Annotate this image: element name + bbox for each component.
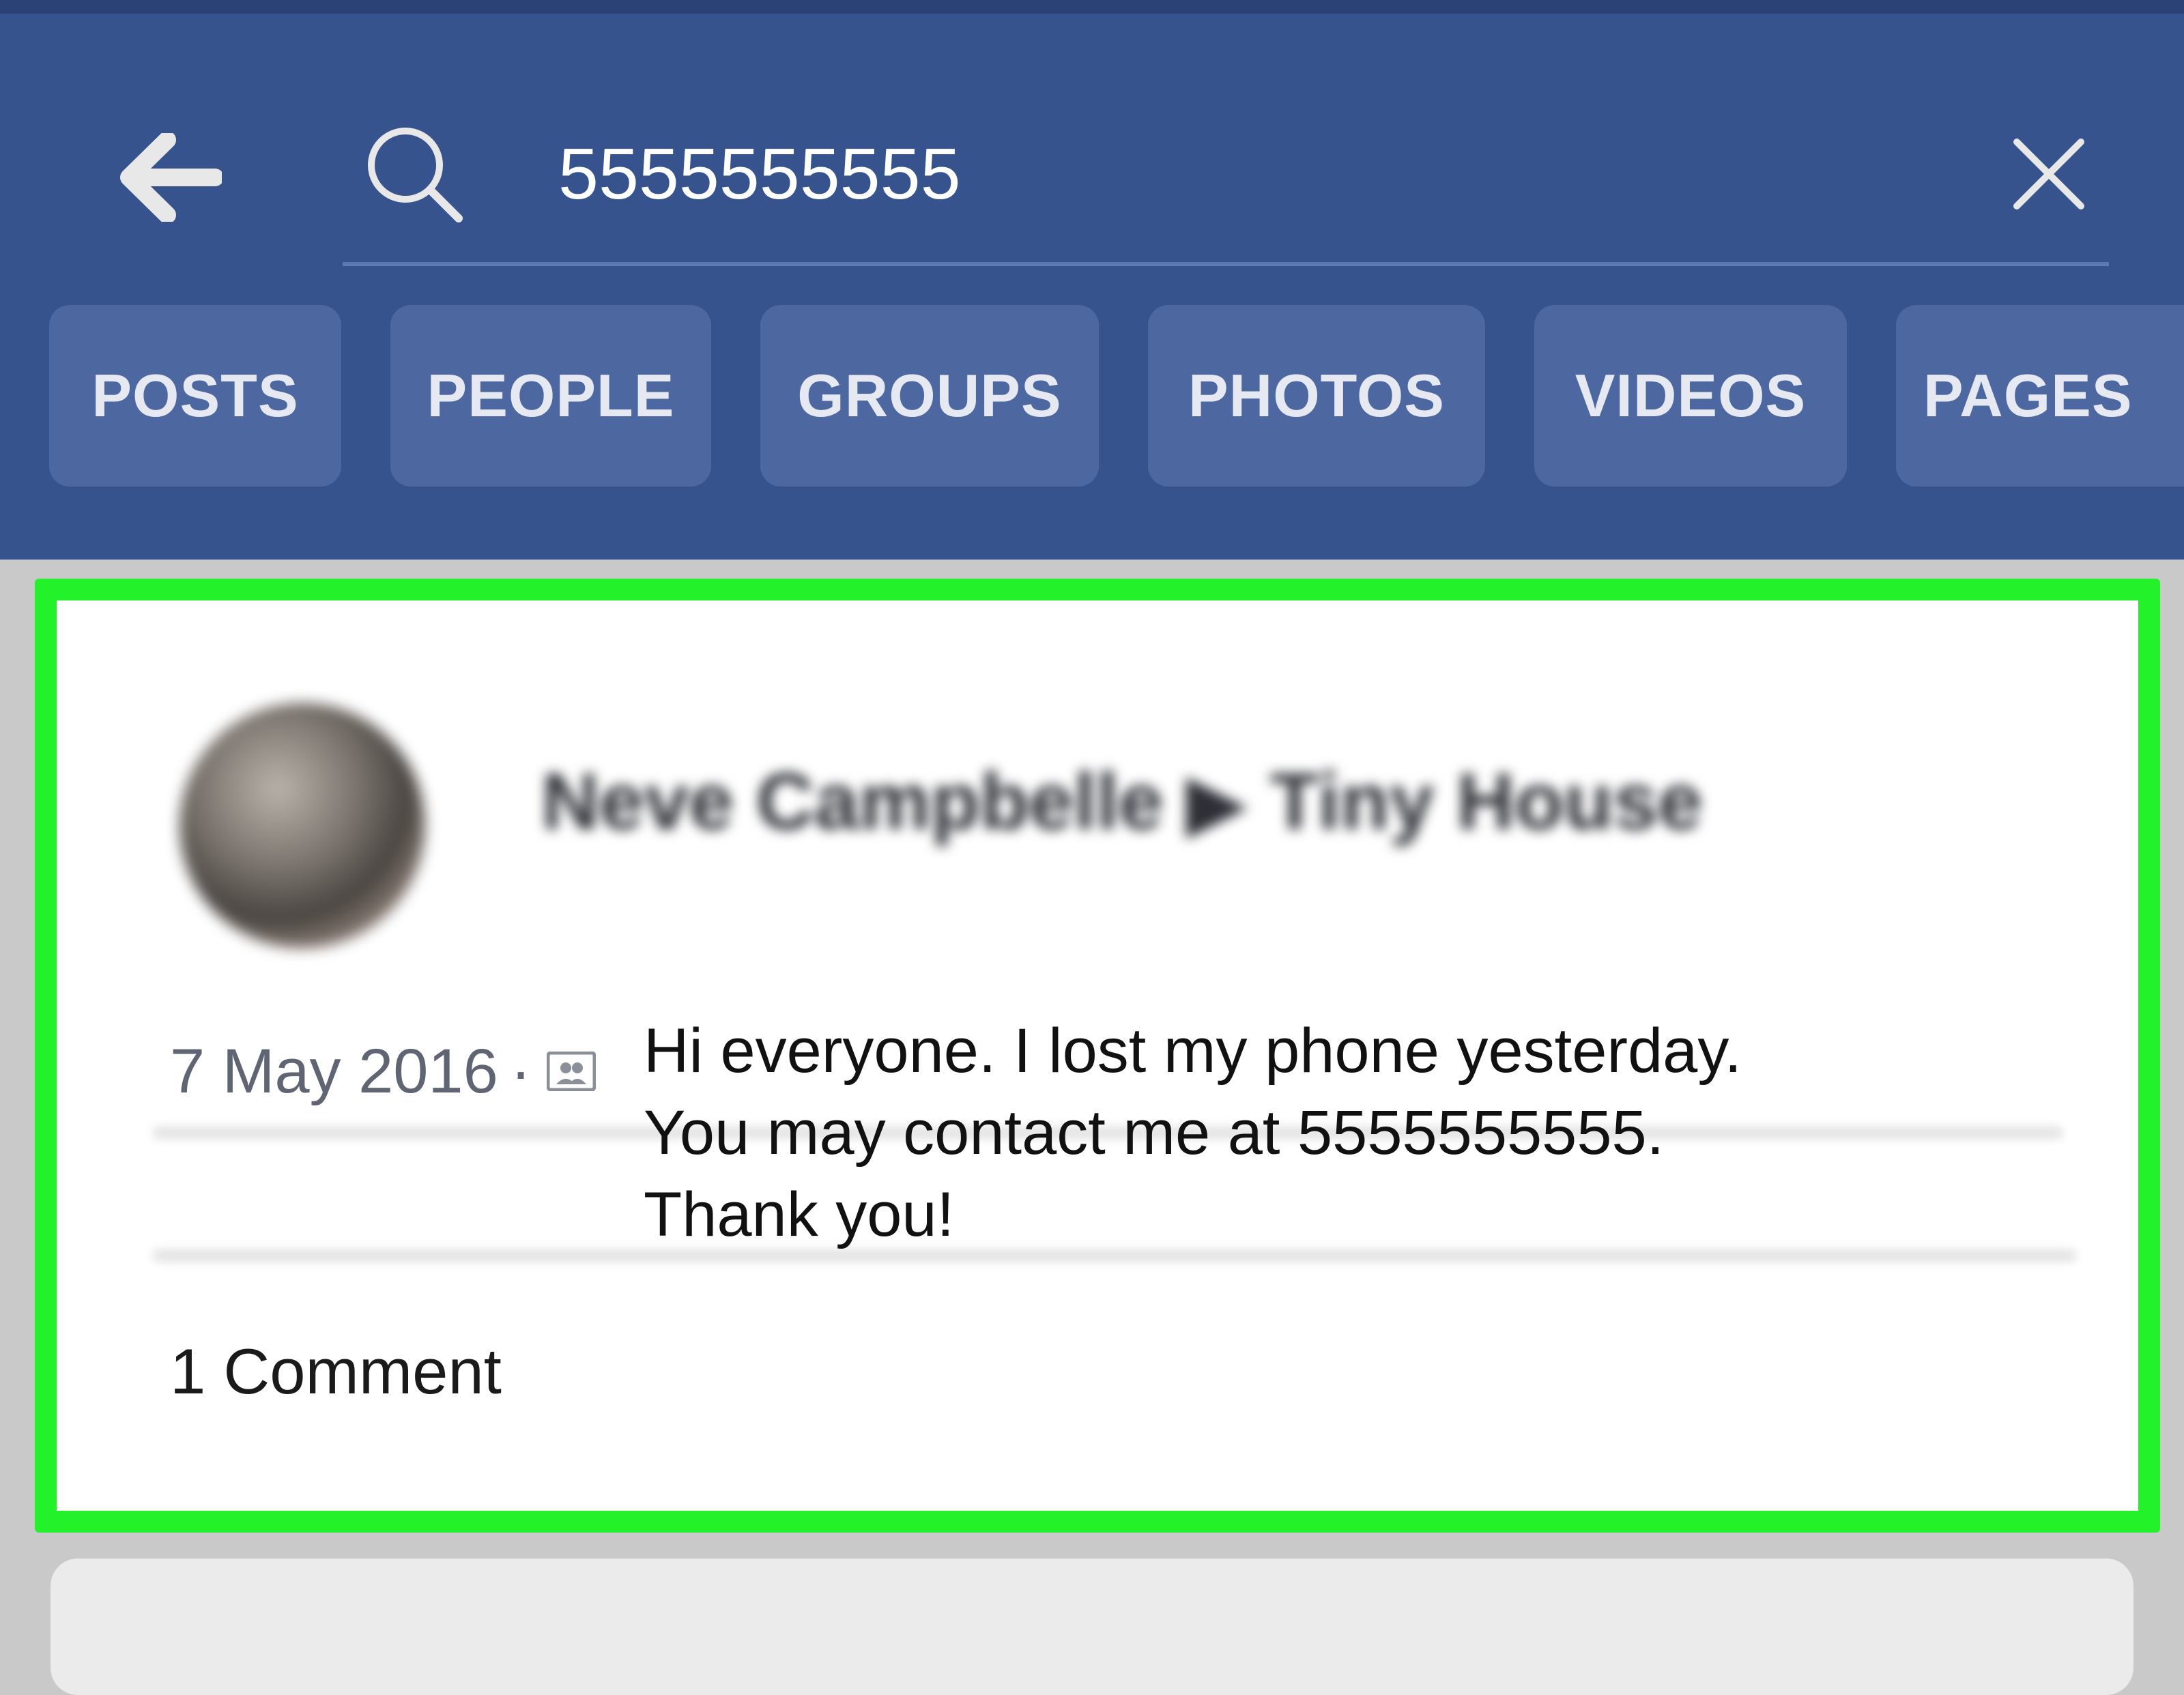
arrow-left-icon	[120, 133, 222, 222]
post-meta: 7 May 2016 ·	[170, 1024, 598, 1119]
back-button[interactable]	[102, 109, 239, 246]
tab-pages[interactable]: PAGES	[1896, 305, 2184, 487]
post-line: Hi everyone. I lost my phone yesterday.	[644, 1016, 1742, 1086]
search-icon	[368, 128, 463, 222]
post-line: You may contact me at 5555555555.	[644, 1098, 1665, 1168]
post-author[interactable]: Neve Campbelle ▶ Tiny House	[541, 744, 2043, 860]
tab-videos[interactable]: VIDEOS	[1534, 305, 1847, 487]
close-icon	[2013, 139, 2084, 209]
tab-people[interactable]: PEOPLE	[390, 305, 711, 487]
post-line: Thank you!	[644, 1180, 955, 1249]
post-card[interactable]: Neve Campbelle ▶ Tiny House 7 May 2016 ·…	[57, 600, 2138, 1511]
clear-search-button[interactable]	[2001, 126, 2097, 222]
filter-tabs: POSTS PEOPLE GROUPS PHOTOS VIDEOS PAGES	[0, 305, 2184, 489]
status-strip	[0, 0, 2184, 14]
search-input[interactable]	[558, 123, 1855, 225]
group-audience-icon	[545, 1049, 598, 1093]
meta-separator: ·	[510, 1036, 532, 1106]
highlighted-post: Neve Campbelle ▶ Tiny House 7 May 2016 ·…	[35, 579, 2160, 1533]
tab-posts[interactable]: POSTS	[49, 305, 341, 487]
post-body: Hi everyone. I lost my phone yesterday. …	[644, 1010, 2009, 1256]
comment-count-link[interactable]: 1 Comment	[170, 1324, 502, 1419]
tab-photos[interactable]: PHOTOS	[1148, 305, 1485, 487]
next-post-card[interactable]	[51, 1559, 2133, 1695]
post-date[interactable]: 7 May 2016	[170, 1036, 498, 1107]
tab-groups[interactable]: GROUPS	[760, 305, 1099, 487]
search-bar	[343, 89, 2109, 266]
search-header: POSTS PEOPLE GROUPS PHOTOS VIDEOS PAGES	[0, 14, 2184, 560]
avatar[interactable]	[179, 703, 425, 948]
